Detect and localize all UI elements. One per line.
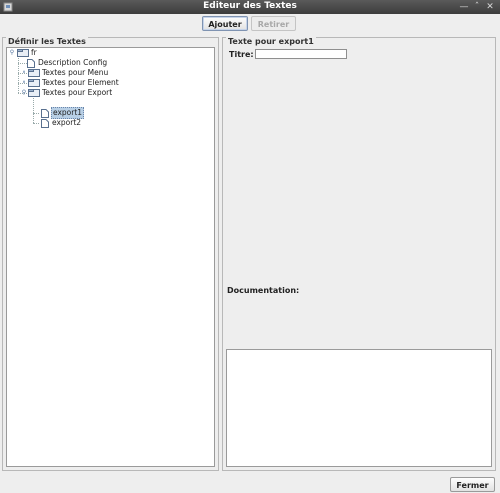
- tree-node-label: Textes pour Element: [42, 78, 119, 87]
- tree-guide-line: [18, 63, 27, 64]
- expanded-handle-icon[interactable]: ⚲: [8, 48, 16, 58]
- collapsed-handle-icon[interactable]: ⚬: [20, 78, 28, 88]
- tree-guide-line: [33, 123, 39, 124]
- folder-open-icon: [17, 49, 29, 57]
- folder-open-icon: [28, 89, 40, 97]
- titre-label: Titre:: [229, 50, 254, 59]
- remove-button[interactable]: Retirer: [251, 16, 296, 31]
- define-texts-title: Définir les Textes: [6, 37, 88, 46]
- minimize-icon[interactable]: —: [458, 1, 470, 13]
- maximize-icon[interactable]: ˆ: [471, 1, 483, 13]
- texts-tree[interactable]: ⚲ fr Description Config ⚬ Textes pour Me…: [6, 47, 215, 467]
- documentation-label: Documentation:: [227, 286, 300, 295]
- tree-node-label: export2: [52, 118, 82, 127]
- window-title: Editeur des Textes: [203, 1, 297, 11]
- tree-guide-line: [33, 98, 34, 123]
- folder-icon: [28, 79, 40, 87]
- close-button[interactable]: Fermer: [450, 477, 495, 492]
- file-icon: [41, 119, 49, 128]
- window-titlebar: Editeur des Textes — ˆ ✕: [0, 0, 500, 14]
- close-icon[interactable]: ✕: [484, 1, 496, 13]
- documentation-textarea[interactable]: [226, 349, 492, 467]
- folder-icon: [28, 69, 40, 77]
- expanded-handle-icon[interactable]: ⚲: [20, 88, 28, 98]
- titre-input[interactable]: [255, 49, 347, 59]
- tree-node-label: fr: [31, 48, 37, 57]
- tree-node-label: Textes pour Menu: [42, 68, 109, 77]
- add-button[interactable]: Ajouter: [202, 16, 248, 31]
- text-detail-panel: Texte pour export1 Titre: Documentation:: [222, 37, 496, 471]
- tree-guide-line: [33, 113, 39, 114]
- text-detail-title: Texte pour export1: [226, 37, 316, 46]
- file-icon: [27, 59, 35, 68]
- define-texts-panel: Définir les Textes ⚲ fr Description Conf…: [2, 37, 219, 471]
- collapsed-handle-icon[interactable]: ⚬: [20, 68, 28, 78]
- tree-node-label: Textes pour Export: [42, 88, 113, 97]
- file-icon: [41, 109, 49, 118]
- tree-node-label: Description Config: [38, 58, 108, 67]
